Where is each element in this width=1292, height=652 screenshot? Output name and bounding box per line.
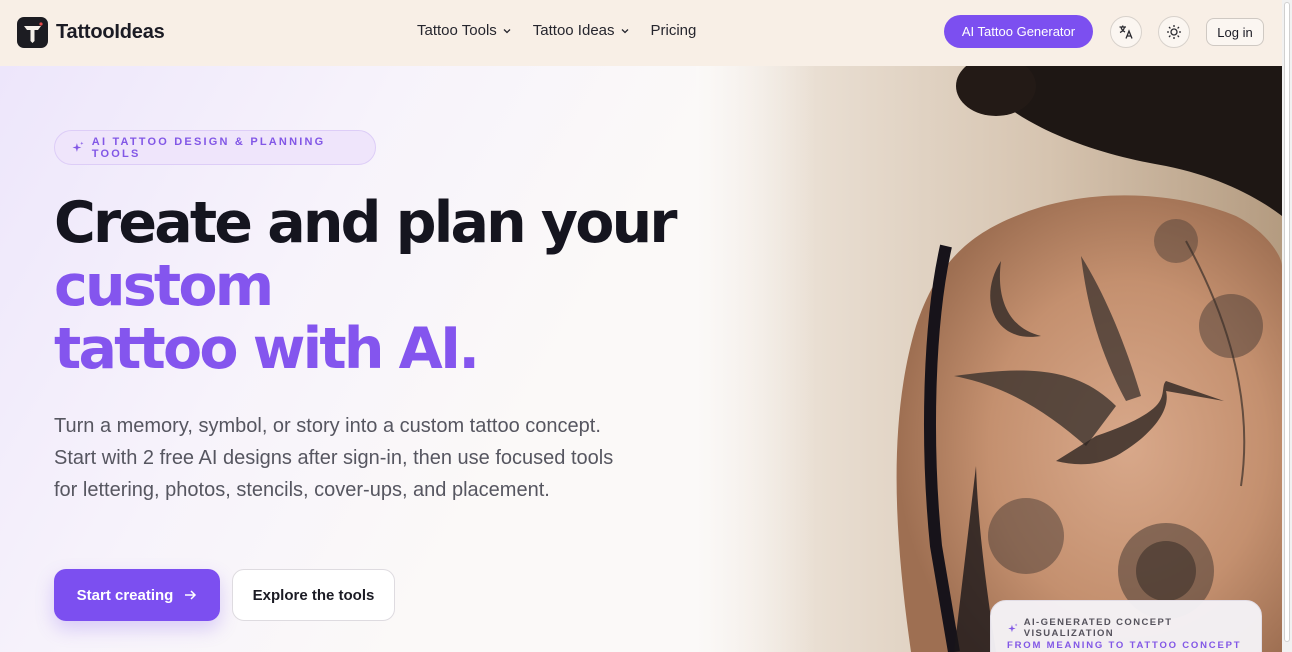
- arrow-right-icon: [185, 590, 197, 600]
- logo-icon: [17, 17, 48, 48]
- login-button[interactable]: Log in: [1206, 18, 1264, 46]
- chevron-down-icon: [503, 28, 511, 33]
- hero-headline: Create and plan your custom tattoo with …: [54, 190, 678, 382]
- sparkle-icon: [72, 141, 84, 152]
- button-label: Start creating: [76, 586, 174, 604]
- hero-tattoo-image: [696, 66, 1282, 652]
- brand-name: TattooIdeas: [56, 21, 165, 43]
- hero-badge: AI TATTOO DESIGN & PLANNING TOOLS: [54, 130, 376, 165]
- page-scrollbar[interactable]: [1282, 0, 1292, 652]
- sparkle-icon: [1008, 623, 1018, 632]
- concept-visualization-card: AI-GENERATED CONCEPT VISUALIZATION FROM …: [990, 600, 1262, 652]
- nav-tattoo-tools[interactable]: Tattoo Tools: [417, 22, 511, 39]
- language-button[interactable]: [1110, 16, 1142, 48]
- start-creating-button[interactable]: Start creating: [54, 569, 220, 621]
- hero-description: Turn a memory, symbol, or story into a c…: [54, 415, 614, 501]
- concept-label-row: AI-GENERATED CONCEPT VISUALIZATION: [1007, 617, 1261, 639]
- explore-tools-button[interactable]: Explore the tools: [232, 569, 395, 621]
- badge-label: AI TATTOO DESIGN & PLANNING TOOLS: [91, 135, 326, 160]
- sun-icon: [1167, 25, 1181, 39]
- nav-pricing[interactable]: Pricing: [651, 22, 697, 39]
- translate-icon: [1119, 25, 1133, 39]
- image-fade: [696, 66, 816, 652]
- main-nav: Tattoo Tools Tattoo Ideas Pricing: [417, 22, 696, 39]
- brand-logo[interactable]: TattooIdeas: [17, 17, 165, 48]
- hero-section: AI TATTOO DESIGN & PLANNING TOOLS Create…: [0, 66, 1282, 652]
- ai-tattoo-generator-button[interactable]: AI Tattoo Generator: [944, 15, 1093, 48]
- headline-line-3: tattoo with AI.: [54, 316, 480, 382]
- concept-label: AI-GENERATED CONCEPT VISUALIZATION: [1023, 617, 1173, 639]
- nav-label: Tattoo Tools: [417, 22, 497, 39]
- headline-line-1: Create and plan your: [54, 190, 678, 256]
- nav-label: Pricing: [650, 22, 697, 39]
- chevron-down-icon: [621, 28, 628, 33]
- nav-label: Tattoo Ideas: [532, 22, 615, 39]
- scrollbar-thumb[interactable]: [1284, 2, 1290, 642]
- concept-sublabel: FROM MEANING TO TATTOO CONCEPT: [1007, 640, 1242, 651]
- site-header: TattooIdeas Tattoo Tools Tattoo Ideas Pr…: [0, 0, 1282, 66]
- nav-tattoo-ideas[interactable]: Tattoo Ideas: [533, 22, 629, 39]
- theme-toggle-button[interactable]: [1158, 16, 1190, 48]
- headline-line-2: custom: [54, 253, 274, 319]
